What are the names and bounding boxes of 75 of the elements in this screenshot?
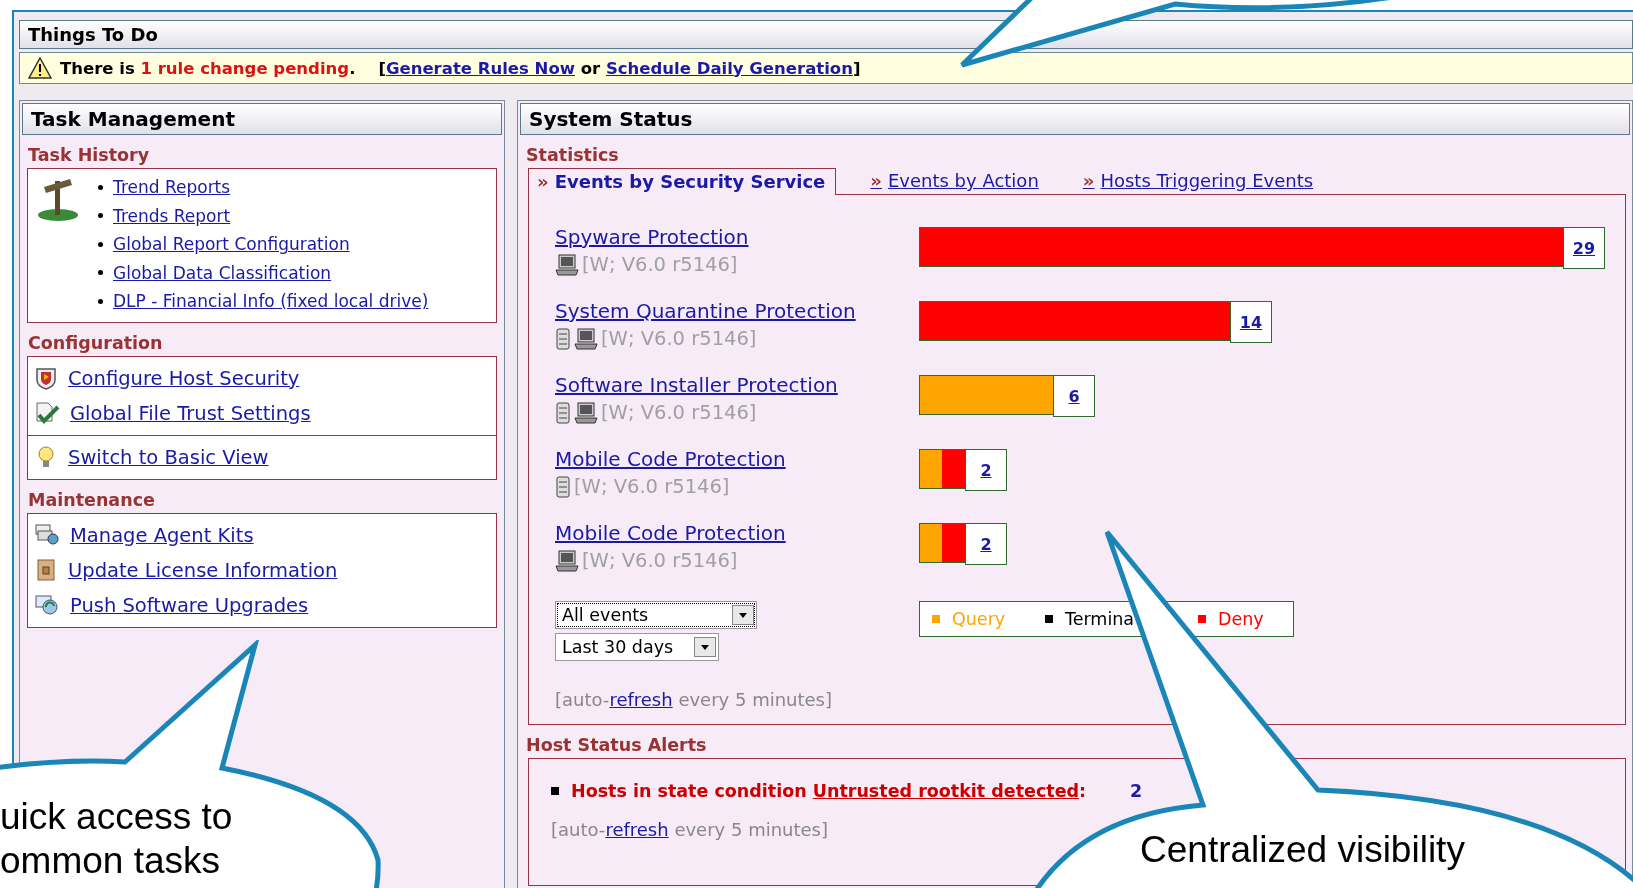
service-link[interactable]: Software Installer Protection [555,373,838,397]
version-text: [W; V6.0 r5146] [601,401,757,424]
bullet-icon [98,270,103,276]
bullet-icon [551,787,559,795]
license-icon [34,558,58,582]
section-title: Task History [27,144,151,167]
computer-icon [555,253,579,276]
task-link[interactable]: Global File Trust Settings [70,401,311,425]
pending-message: There is 1 rule change pending. [Generate Rules Now or Schedule Daily Generation] [60,58,861,78]
callout-text: uick access to ommon tasks [0,795,233,883]
task-link[interactable]: Manage Agent Kits [70,523,254,547]
software-upgrade-icon [34,593,60,617]
task-link[interactable]: Update License Information [68,558,338,582]
event-count[interactable]: 14 [1230,301,1272,343]
bullet-icon [98,298,103,304]
link[interactable]: Schedule Daily Generation [605,58,853,78]
tab[interactable]: » Events by Security Service [528,168,837,195]
bullet-icon [98,213,103,219]
task-link[interactable]: Configure Host Security [68,366,300,390]
legend-label: Query [952,609,1006,629]
service-link[interactable]: Spyware Protection [555,225,749,249]
warning-icon [28,57,52,79]
filter-dropdown[interactable]: Last 30 days [555,633,719,661]
filter-dropdown[interactable]: All events [555,601,757,629]
event-count[interactable]: 6 [1053,375,1095,417]
refresh-note: [auto-refresh every 5 minutes] [551,819,828,840]
tab[interactable]: » Hosts Triggering Events [1074,168,1324,194]
service-link[interactable]: Mobile Code Protection [555,447,786,471]
caret-icon [694,637,716,657]
service-link[interactable]: Mobile Code Protection [555,521,786,545]
legend-label: Deny [1218,609,1264,629]
server-icon [555,401,571,424]
computer-icon [574,327,598,350]
legend-label: Termina [1065,609,1135,629]
tab[interactable]: » Events by Action [862,168,1049,194]
service-link[interactable]: System Quarantine Protection [555,299,856,323]
refresh-note: [auto-refresh every 5 minutes] [555,689,832,710]
server-icon [555,327,571,350]
report-link[interactable]: Global Report Configuration [113,234,350,255]
panel-title: System Status [520,103,1630,135]
caret-icon [732,605,754,625]
report-link[interactable]: DLP - Financial Info (fixed local drive) [113,291,429,312]
panel-title: Task Management [22,103,502,135]
link[interactable]: Generate Rules Now [385,58,575,78]
server-icon [555,475,571,498]
panel-title: Things To Do [19,20,1633,49]
task-link[interactable]: Push Software Upgrades [70,593,309,617]
shield-icon [34,366,58,390]
report-link[interactable]: Global Data Classification [113,262,332,283]
agent-kit-icon [34,523,60,547]
alert-text: Hosts in state condition Untrusted rootkit detected: [571,781,1087,801]
version-text: [W; V6.0 r5146] [582,253,738,276]
version-text: [W; V6.0 r5146] [582,549,738,572]
section-title: Host Status Alerts [525,734,708,757]
callout-text: Centralized visibility [1140,828,1465,872]
link[interactable]: refresh [605,819,669,840]
section-title: Configuration [27,331,164,355]
task-link[interactable]: Switch to Basic View [68,445,269,469]
alert-count[interactable]: 2 [1130,781,1143,801]
bullet-icon [98,241,103,247]
version-text: [W; V6.0 r5146] [601,327,757,350]
section-title: Maintenance [27,488,156,512]
bullet-icon [98,184,103,190]
event-count[interactable]: 29 [1563,227,1605,269]
report-link[interactable]: Trends Report [113,205,231,226]
report-link[interactable]: Trend Reports [113,177,231,198]
document-check-icon [34,401,60,425]
event-count[interactable]: 2 [965,523,1007,565]
computer-icon [555,549,579,572]
version-text: [W; V6.0 r5146] [574,475,730,498]
event-count[interactable]: 2 [965,449,1007,491]
alert-link[interactable]: Untrusted rootkit detected [812,781,1080,801]
link[interactable]: refresh [609,689,673,710]
computer-icon [574,401,598,424]
section-title: Statistics [525,144,620,167]
